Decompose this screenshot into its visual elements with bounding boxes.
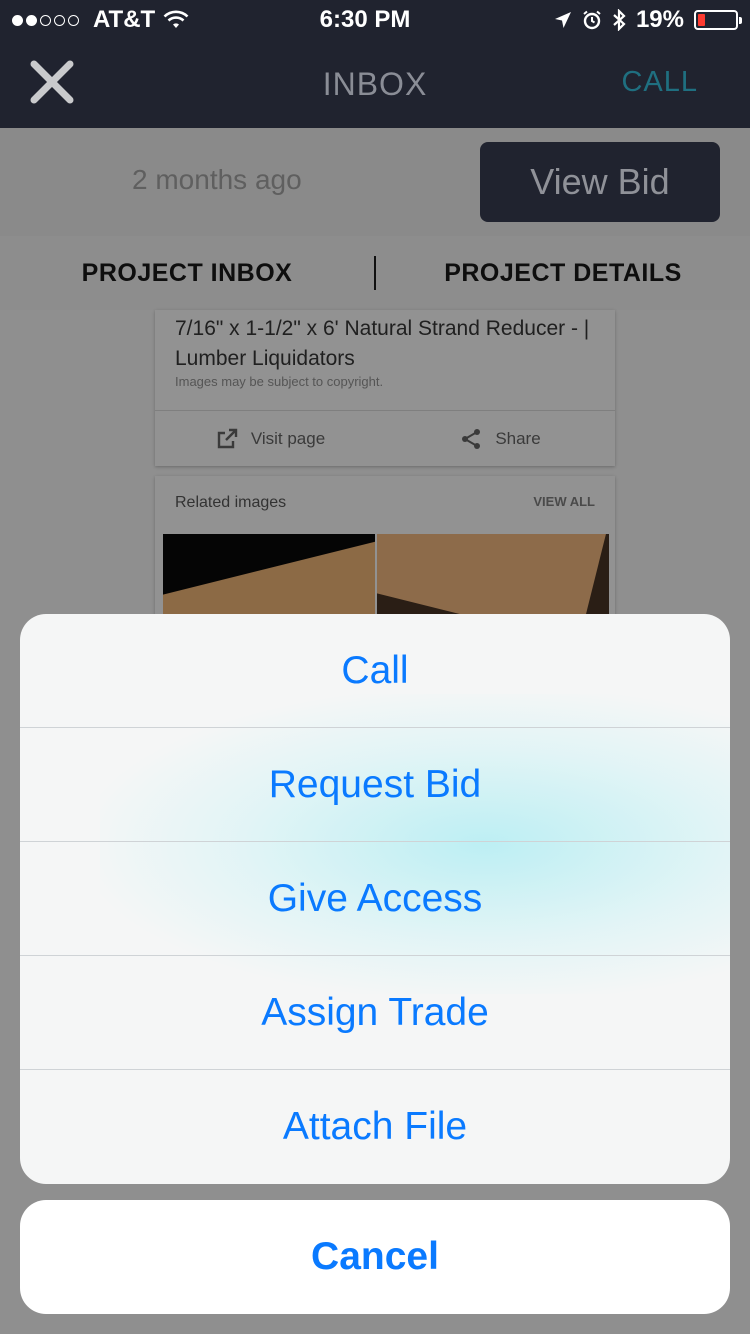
share-label: Share (495, 428, 541, 448)
signal-dot (54, 14, 65, 26)
status-left: AT&T (12, 6, 272, 34)
carrier-label: AT&T (93, 6, 156, 33)
view-bid-button[interactable]: View Bid (480, 142, 720, 222)
close-icon[interactable] (28, 58, 76, 106)
action-assign-trade[interactable]: Assign Trade (20, 956, 730, 1070)
related-images-card: Related images VIEW ALL (155, 476, 615, 616)
external-link-icon (217, 428, 238, 448)
card-title: 7/16" x 1-1/2" x 6' Natural Strand Reduc… (175, 317, 590, 370)
action-attach-file[interactable]: Attach File (20, 1070, 730, 1184)
wood-shape (377, 534, 608, 616)
location-arrow-icon (554, 12, 571, 28)
card-actions: Visit page Share (155, 410, 615, 466)
cancel-button[interactable]: Cancel (20, 1200, 730, 1314)
view-all-link[interactable]: VIEW ALL (533, 494, 595, 509)
bid-timestamp: 2 months ago (132, 164, 302, 195)
battery-fill (698, 14, 705, 26)
alarm-icon (583, 10, 601, 30)
signal-dot (12, 14, 23, 26)
related-image[interactable] (163, 534, 375, 616)
action-request-bid[interactable]: Request Bid (20, 728, 730, 842)
related-images-title: Related images (175, 494, 287, 511)
tab-bar: PROJECT INBOX PROJECT DETAILS (0, 236, 750, 310)
battery-icon (694, 10, 742, 30)
status-bar: AT&T 6:30 PM 19% (0, 0, 750, 40)
share-icon (462, 428, 481, 449)
status-right: 19% (518, 6, 742, 34)
battery-percent: 19% (635, 6, 684, 33)
signal-dot (26, 14, 37, 26)
tab-project-inbox[interactable]: PROJECT INBOX (0, 259, 374, 288)
call-button[interactable]: CALL (621, 66, 698, 99)
share-button[interactable]: Share (385, 411, 615, 466)
nav-bar: INBOX CALL (0, 40, 750, 128)
image-result-card: 7/16" x 1-1/2" x 6' Natural Strand Reduc… (155, 310, 615, 466)
status-time: 6:30 PM (319, 6, 411, 33)
signal-icon (12, 14, 79, 26)
wifi-icon (163, 10, 189, 28)
action-give-access[interactable]: Give Access (20, 842, 730, 956)
signal-dot (40, 14, 51, 26)
action-sheet: Call Request Bid Give Access Assign Trad… (20, 614, 730, 1184)
related-image[interactable] (377, 534, 609, 616)
visit-page-button[interactable]: Visit page (155, 411, 385, 466)
action-call[interactable]: Call (20, 614, 730, 728)
visit-page-label: Visit page (250, 428, 326, 448)
wood-shape (163, 534, 375, 616)
bid-row: 2 months ago View Bid (0, 128, 750, 236)
bluetooth-icon (613, 9, 626, 31)
card-note: Images may be subject to copyright. (175, 374, 384, 389)
tab-project-details[interactable]: PROJECT DETAILS (376, 259, 750, 288)
signal-dot (68, 14, 79, 26)
